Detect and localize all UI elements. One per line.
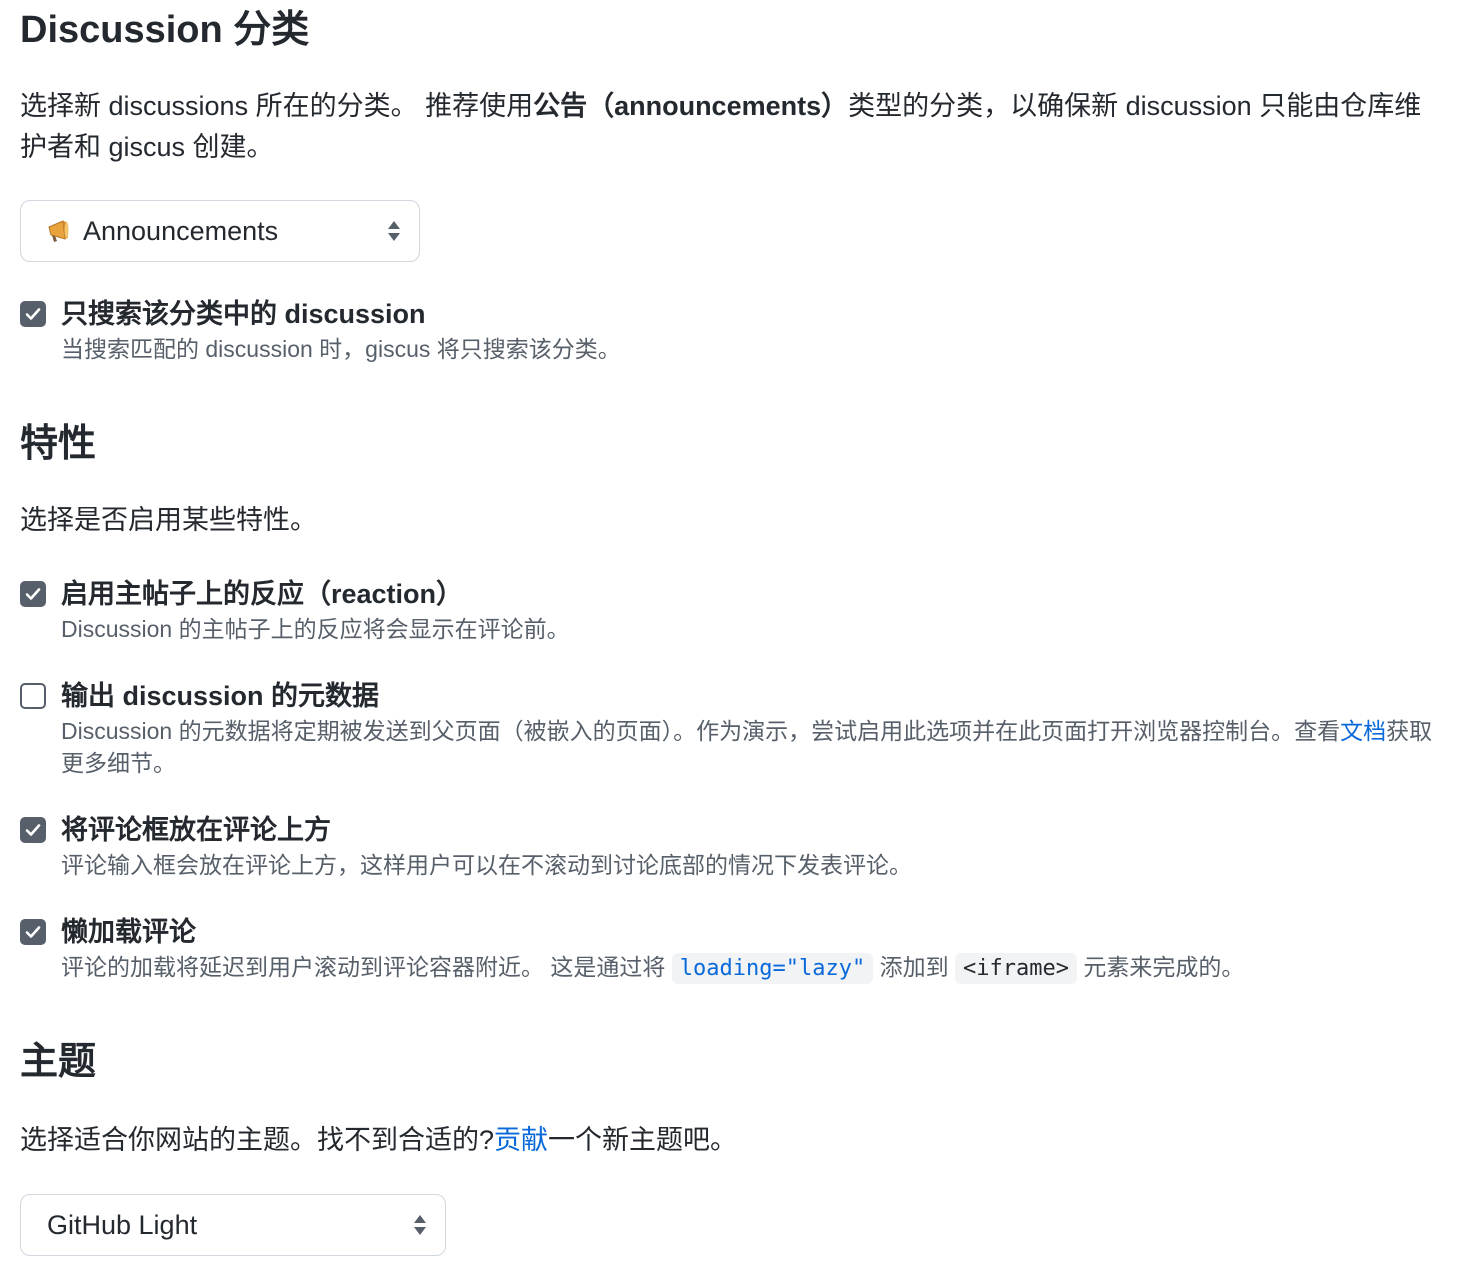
category-select-value: Announcements: [83, 215, 279, 246]
feature-metadata-desc-text: Discussion 的元数据将定期被发送到父页面（被嵌入的页面）。作为演示，尝…: [61, 718, 1341, 744]
category-select[interactable]: Announcements: [20, 200, 420, 262]
feature-reactions-checkbox[interactable]: [20, 581, 46, 607]
lazy-desc-text: 评论的加载将延迟到用户滚动到评论容器附近。 这是通过将: [61, 954, 666, 980]
feature-input-top-description: 评论输入框会放在评论上方，这样用户可以在不滚动到讨论底部的情况下发表评论。: [61, 852, 912, 878]
category-search-title: 只搜索该分类中的 discussion: [61, 299, 426, 329]
feature-reactions-title: 启用主帖子上的反应（reaction）: [61, 579, 464, 609]
category-intro-text: 选择新 discussions 所在的分类。 推荐使用: [20, 91, 534, 121]
feature-metadata-checkbox[interactable]: [20, 683, 46, 709]
category-search-checkbox[interactable]: [20, 301, 46, 327]
theme-heading: 主题: [20, 1041, 97, 1083]
feature-lazy-load-description: 评论的加载将延迟到用户滚动到评论容器附近。 这是通过将 loading="laz…: [61, 951, 1441, 985]
iframe-code: <iframe>: [955, 953, 1077, 984]
check-icon: [25, 308, 41, 320]
category-search-description: 当搜索匹配的 discussion 时，giscus 将只搜索该分类。: [61, 336, 621, 362]
category-heading: Discussion 分类: [20, 9, 310, 51]
check-icon: [25, 588, 41, 600]
feature-lazy-load-option: 懒加载评论 评论的加载将延迟到用户滚动到评论容器附近。 这是通过将 loadin…: [20, 915, 1450, 990]
megaphone-icon: [45, 216, 75, 246]
feature-reactions-description: Discussion 的主帖子上的反应将会显示在评论前。: [61, 616, 570, 642]
lazy-desc-mid: 添加到: [879, 954, 949, 980]
theme-select-value: GitHub Light: [47, 1209, 198, 1240]
features-intro: 选择是否启用某些特性。: [20, 505, 317, 535]
feature-lazy-load-title: 懒加载评论: [61, 917, 196, 947]
theme-select[interactable]: GitHub Light: [20, 1194, 446, 1256]
feature-metadata-title: 输出 discussion 的元数据: [61, 681, 380, 711]
contribute-link[interactable]: 贡献: [494, 1125, 548, 1155]
select-arrows-icon: [388, 221, 400, 241]
feature-input-top-title: 将评论框放在评论上方: [61, 815, 331, 845]
feature-input-top-option: 将评论框放在评论上方 评论输入框会放在评论上方，这样用户可以在不滚动到讨论底部的…: [20, 813, 1450, 883]
select-arrows-icon: [414, 1215, 426, 1235]
theme-intro-text: 选择适合你网站的主题。找不到合适的?: [20, 1125, 495, 1155]
category-search-option: 只搜索该分类中的 discussion 当搜索匹配的 discussion 时，…: [20, 297, 1450, 367]
category-intro: 选择新 discussions 所在的分类。 推荐使用公告（announceme…: [20, 86, 1440, 168]
lazy-desc-end: 元素来完成的。: [1083, 954, 1245, 980]
loading-lazy-code: loading="lazy": [671, 953, 874, 984]
check-icon: [25, 824, 41, 836]
feature-metadata-option: 输出 discussion 的元数据 Discussion 的元数据将定期被发送…: [20, 679, 1450, 784]
feature-reactions-option: 启用主帖子上的反应（reaction） Discussion 的主帖子上的反应将…: [20, 577, 1450, 647]
check-icon: [25, 926, 41, 938]
features-heading: 特性: [20, 423, 97, 465]
theme-intro-end: 一个新主题吧。: [548, 1125, 738, 1155]
feature-input-top-checkbox[interactable]: [20, 817, 46, 843]
category-intro-bold: 公告（announcements）: [533, 91, 849, 121]
theme-intro: 选择适合你网站的主题。找不到合适的?贡献一个新主题吧。: [20, 1120, 1440, 1161]
docs-link[interactable]: 文档: [1340, 718, 1386, 744]
feature-metadata-description: Discussion 的元数据将定期被发送到父页面（被嵌入的页面）。作为演示，尝…: [61, 715, 1441, 779]
feature-lazy-load-checkbox[interactable]: [20, 919, 46, 945]
